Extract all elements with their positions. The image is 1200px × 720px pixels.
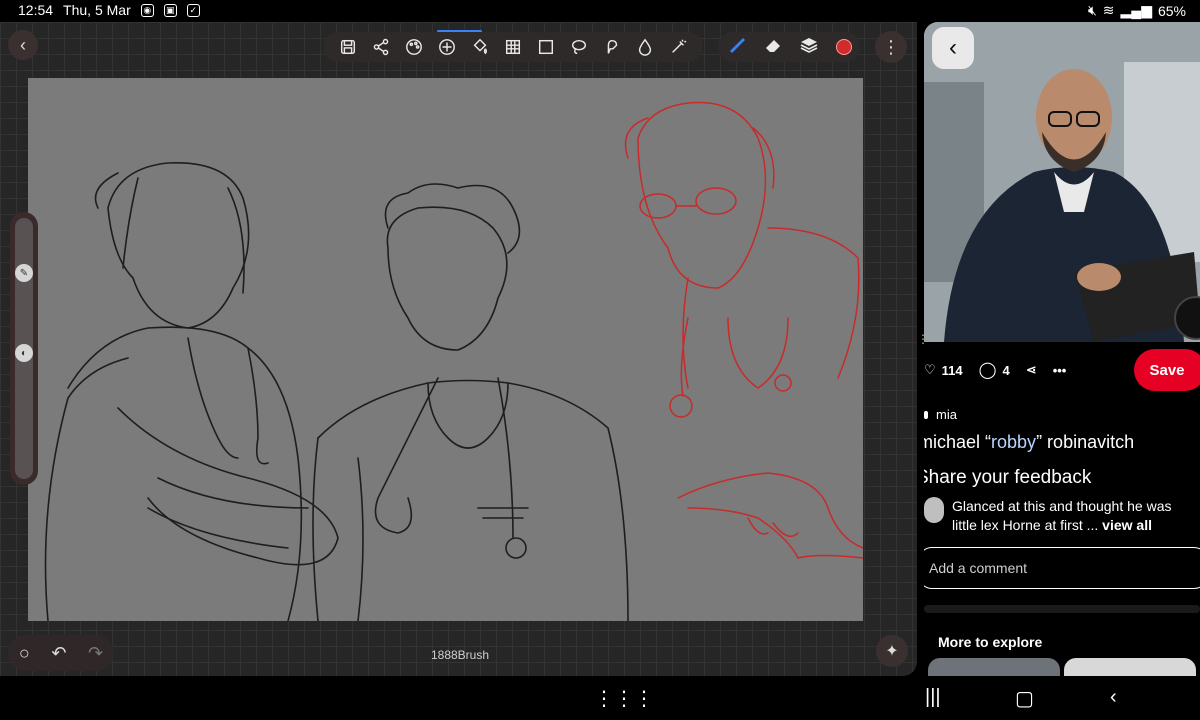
- pin-author[interactable]: mia: [924, 407, 957, 422]
- palette-icon[interactable]: [402, 35, 426, 59]
- check-icon: ✓: [186, 3, 200, 17]
- explore-thumbnail[interactable]: [1064, 658, 1196, 676]
- circle-icon[interactable]: ○: [19, 643, 30, 664]
- add-icon[interactable]: [435, 35, 459, 59]
- status-bar: 12:54 Thu, 5 Mar ◉ ▣ ✓ 🔇︎ ≋ ▂▄▆ 65%: [0, 0, 1200, 22]
- recents-icon[interactable]: |||: [925, 686, 941, 709]
- comment-button[interactable]: ◯ 4: [979, 360, 1010, 380]
- commenter-avatar: [924, 497, 944, 523]
- comment-line: little lex Horne at first ...: [952, 517, 1103, 533]
- select-icon[interactable]: [534, 35, 558, 59]
- gallery-icon: ▣: [163, 3, 177, 17]
- smudge-icon[interactable]: [600, 35, 624, 59]
- lasso-icon[interactable]: [567, 35, 591, 59]
- brush-icon[interactable]: [726, 35, 746, 60]
- photo-illustration: [924, 22, 1200, 342]
- save-icon[interactable]: [336, 35, 360, 59]
- pin-back-button[interactable]: ‹: [932, 27, 974, 69]
- author-name: mia: [936, 407, 957, 422]
- share-icon: ⋖: [1025, 362, 1037, 377]
- section-divider: [924, 605, 1200, 613]
- clock: 12:54: [18, 2, 54, 18]
- author-avatar: [924, 410, 928, 419]
- app-drawer-icon[interactable]: ⋮⋮⋮: [594, 686, 654, 711]
- sketch-artwork: [44, 101, 863, 621]
- history-controls: ○ ↶ ↷: [8, 635, 114, 671]
- brush-name-label: 1888Brush: [430, 648, 490, 662]
- comment-icon: ◯: [978, 362, 997, 379]
- add-comment-input[interactable]: Add a comment: [924, 547, 1200, 589]
- quick-menu-button[interactable]: ✦: [876, 635, 908, 667]
- pinterest-pane: ‹ ♡ 114 ◯ 4 ⋖ ••• Save mia michael “robby”…: [924, 22, 1200, 676]
- size-knob[interactable]: ✎: [15, 264, 33, 282]
- navigation-bar: ⋮⋮⋮ ||| ▢ ‹: [0, 676, 1200, 720]
- home-icon[interactable]: ▢: [1015, 686, 1034, 711]
- layers-icon[interactable]: [799, 35, 819, 60]
- more-button[interactable]: •••: [1053, 363, 1067, 378]
- heart-icon: ♡: [924, 362, 936, 377]
- fill-icon[interactable]: [468, 35, 492, 59]
- comment-line: Glanced at this and thought he was: [952, 498, 1172, 514]
- redo-icon[interactable]: ↷: [88, 643, 103, 664]
- save-button[interactable]: Save: [1134, 349, 1200, 391]
- top-comment[interactable]: Glanced at this and thought he was littl…: [924, 497, 1200, 535]
- sparkle-icon: ✦: [885, 643, 899, 660]
- color-picker-button[interactable]: [835, 39, 852, 55]
- opacity-knob[interactable]: ◐: [15, 344, 33, 362]
- more-vertical-icon: ⋮: [882, 36, 900, 57]
- mute-icon: 🔇︎: [1087, 2, 1097, 18]
- back-button[interactable]: ‹: [8, 30, 38, 60]
- date: Thu, 5 Mar: [63, 2, 131, 18]
- eraser-icon[interactable]: [763, 35, 783, 60]
- chevron-left-icon: ‹: [20, 34, 26, 55]
- explore-title: More to explore: [938, 634, 1043, 650]
- signal-icon: ▂▄▆: [1120, 2, 1152, 18]
- explore-thumbnail[interactable]: [928, 658, 1060, 676]
- view-all-link[interactable]: view all: [1102, 517, 1152, 533]
- title-part: ” robinavitch: [1036, 432, 1135, 452]
- notification-icon: ◉: [140, 3, 154, 17]
- title-part: michael “: [924, 432, 992, 452]
- brush-toolbar: [718, 32, 860, 62]
- wifi-icon: ≋: [1102, 2, 1115, 18]
- like-button[interactable]: ♡ 114: [924, 362, 963, 378]
- comment-text: Glanced at this and thought he was littl…: [952, 497, 1171, 535]
- drawing-canvas[interactable]: [28, 78, 863, 621]
- pin-title: michael “robby” robinavitch: [924, 432, 1134, 453]
- feedback-heading: Share your feedback: [924, 467, 1092, 488]
- title-highlight[interactable]: robby: [991, 432, 1036, 452]
- comment-count: 4: [1002, 362, 1010, 378]
- undo-icon[interactable]: ↶: [51, 643, 66, 664]
- drop-icon[interactable]: [633, 35, 657, 59]
- share-button[interactable]: ⋖: [1026, 362, 1037, 378]
- split-view-handle[interactable]: ⋮: [917, 333, 929, 365]
- grid-icon[interactable]: [501, 35, 525, 59]
- pin-actions: ♡ 114 ◯ 4 ⋖ ••• Save: [924, 347, 1200, 393]
- drawing-app: ‹ ⋮ ✎ ◐ ○ ↶ ↷ 1888Brush ✦: [0, 22, 917, 676]
- opacity-icon: ◐: [20, 347, 28, 359]
- share-icon[interactable]: [369, 35, 393, 59]
- back-icon[interactable]: ‹: [1110, 686, 1117, 709]
- pin-photo[interactable]: [924, 22, 1200, 342]
- battery-level: 65%: [1157, 2, 1186, 19]
- main-toolbar: [323, 32, 703, 62]
- chevron-left-icon: ‹: [949, 34, 957, 61]
- more-horizontal-icon: •••: [1052, 362, 1067, 378]
- more-options-button[interactable]: ⋮: [875, 31, 907, 63]
- magic-icon[interactable]: [666, 35, 690, 59]
- brush-size-slider[interactable]: ✎ ◐: [10, 212, 38, 485]
- like-count: 114: [941, 362, 963, 378]
- pencil-icon: ✎: [19, 267, 29, 279]
